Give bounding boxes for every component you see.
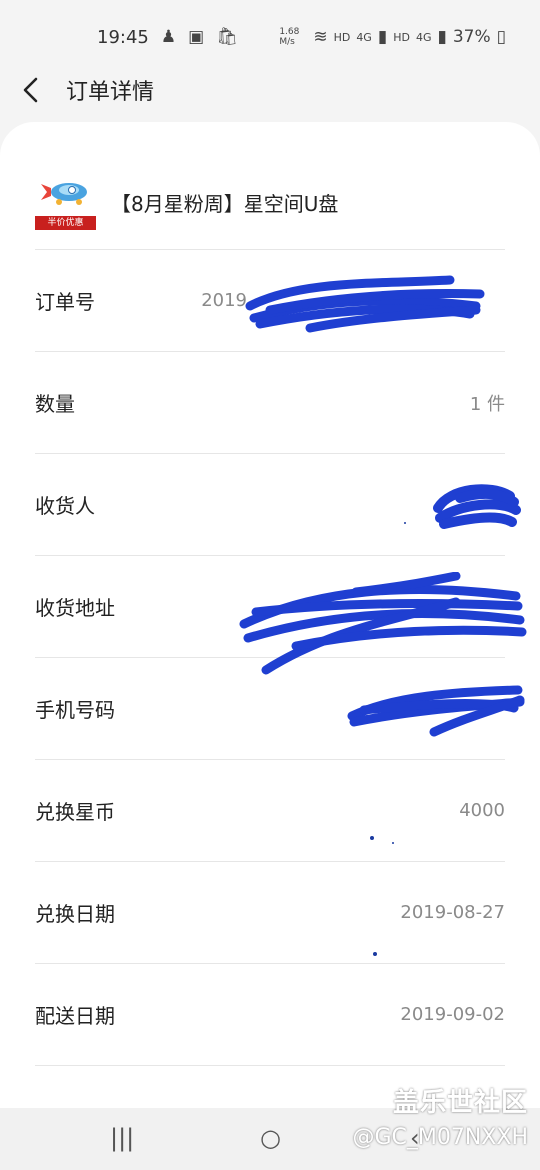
row-label: 数量 [35, 392, 75, 416]
row-label: 兑换日期 [35, 902, 115, 926]
stray-dot [392, 842, 394, 844]
order-detail-card: 半价优惠 【8月星粉周】星空间U盘 订单号 2019 数量 1 件 收货人 收货… [0, 122, 540, 1122]
signal-icon: ▮ [377, 26, 388, 47]
notification-icon: ♟ [160, 26, 177, 47]
row-label: 配送日期 [35, 1004, 115, 1028]
row-label: 手机号码 [35, 698, 115, 722]
product-thumbnail: 半价优惠 [35, 172, 97, 230]
order-number-value: 2019 [201, 290, 247, 311]
product-name: 【8月星粉周】星空间U盘 [111, 192, 339, 216]
order-info-list: 订单号 2019 数量 1 件 收货人 收货地址 手机号码 兑换星币 4000 … [35, 250, 505, 1066]
signal-icon: ▮ [437, 26, 447, 47]
row-recipient: 收货人 [35, 454, 505, 556]
status-time: 19:45 [97, 26, 149, 48]
row-label: 订单号 [35, 290, 95, 314]
row-quantity: 数量 1 件 [35, 352, 505, 454]
home-icon[interactable]: ○ [260, 1124, 281, 1152]
watermark: 盖乐世社区 @GC_M07NXXH [352, 1082, 528, 1150]
battery-icon: ▯ [496, 26, 506, 47]
net-speed: 1.68 M/s [279, 27, 300, 47]
back-button[interactable] [0, 60, 62, 120]
row-address: 收货地址 [35, 556, 505, 658]
row-coins: 兑换星币 4000 [35, 760, 505, 862]
shopping-bag-icon: 🛍 [216, 26, 238, 47]
page-title: 订单详情 [66, 80, 155, 105]
chevron-left-icon [23, 77, 38, 103]
product-item[interactable]: 半价优惠 【8月星粉周】星空间U盘 [35, 172, 505, 250]
hd-badge-2: HD [393, 30, 410, 44]
discount-tag: 半价优惠 [35, 216, 96, 230]
lte-badge-1: 4G [356, 30, 372, 44]
watermark-title: 盖乐世社区 [392, 1088, 528, 1118]
hd-badge-1: HD [333, 30, 351, 44]
row-order-number: 订单号 2019 [35, 250, 505, 352]
lte-badge-2: 4G [415, 30, 432, 44]
wifi-icon: ≋ [313, 26, 328, 47]
watermark-user: @GC_M07NXXH [352, 1125, 528, 1150]
delivery-date-value: 2019-09-02 [400, 1004, 505, 1025]
row-label: 兑换星币 [35, 800, 115, 824]
gallery-icon: ▣ [188, 26, 205, 47]
stray-dot [404, 522, 406, 524]
row-label: 收货人 [35, 494, 95, 518]
exchange-date-value: 2019-08-27 [400, 902, 505, 923]
coins-value: 4000 [459, 800, 505, 821]
app-bar: 订单详情 [0, 60, 540, 120]
rocket-icon [41, 183, 87, 205]
recent-apps-icon[interactable]: ||| [110, 1124, 134, 1152]
stray-dot [370, 836, 374, 840]
stray-dot [373, 952, 377, 956]
battery-percent: 37% [452, 27, 491, 47]
row-exchange-date: 兑换日期 2019-08-27 [35, 862, 505, 964]
quantity-value: 1 件 [469, 393, 505, 415]
row-delivery-date: 配送日期 2019-09-02 [35, 964, 505, 1066]
row-label: 收货地址 [35, 596, 115, 620]
row-phone: 手机号码 [35, 658, 505, 760]
